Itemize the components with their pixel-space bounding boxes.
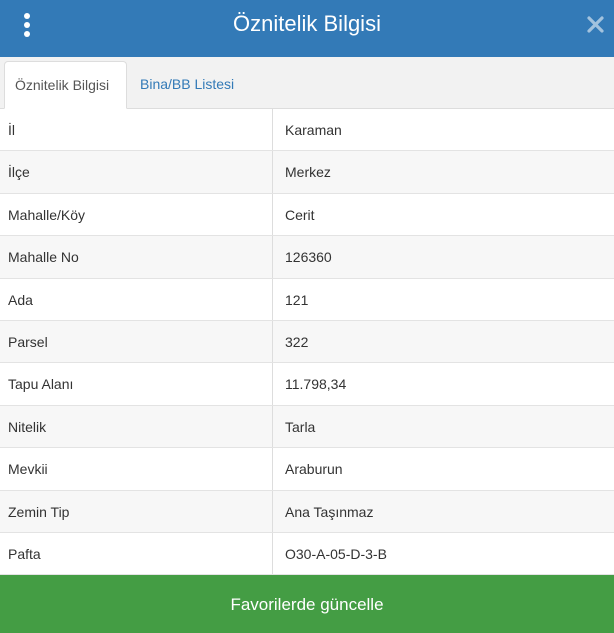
update-favorites-button[interactable]: Favorilerde güncelle (0, 575, 614, 633)
attribute-key: Mahalle/Köy (0, 193, 273, 236)
attribute-key: Pafta (0, 532, 273, 575)
attribute-value: Merkez (285, 164, 331, 181)
attribute-key: Nitelik (0, 405, 273, 448)
attribute-value: 11.798,34 (285, 376, 347, 393)
attribute-value: Cerit (285, 206, 315, 223)
attribute-key: İl (0, 109, 273, 151)
table-row: Parsel 322 (0, 320, 614, 364)
attribute-key: İlçe (0, 151, 273, 193)
attribute-value: 322 (285, 333, 309, 350)
tab-building-list[interactable]: Bina/BB Listesi (140, 61, 260, 109)
table-row: Pafta O30-A-05-D-3-B (0, 532, 614, 576)
attribute-info-panel: Öznitelik Bilgisi Öznitelik Bilgisi Bina… (0, 0, 614, 633)
table-row: Nitelik Tarla (0, 405, 614, 449)
attribute-value: Karaman (285, 122, 342, 138)
attribute-value: 126360 (285, 249, 332, 266)
table-row: Mahalle/Köy Cerit (0, 193, 614, 237)
table-row: İlçe Merkez (0, 151, 614, 194)
table-row: İl Karaman (0, 109, 614, 152)
attribute-key: Zemin Tip (0, 490, 273, 532)
panel-title: Öznitelik Bilgisi (233, 11, 381, 36)
attribute-key: Mahalle No (0, 236, 273, 278)
attribute-value: O30-A-05-D-3-B (285, 545, 387, 562)
attribute-table: İl Karaman İlçe Merkez Mahalle/Köy Cerit… (0, 109, 614, 576)
table-row: Mevkii Araburun (0, 448, 614, 491)
attribute-value: Tarla (285, 418, 316, 435)
close-button[interactable] (586, 14, 606, 36)
table-row: Mahalle No 126360 (0, 236, 614, 279)
close-icon (587, 16, 604, 33)
panel-header: Öznitelik Bilgisi (0, 0, 614, 57)
table-row: Ada 121 (0, 278, 614, 321)
attribute-key: Parsel (0, 320, 273, 363)
attribute-value: Ana Taşınmaz (285, 503, 374, 520)
attribute-key: Mevkii (0, 448, 273, 490)
attribute-key: Tapu Alanı (0, 363, 273, 405)
attribute-value: 121 (285, 291, 309, 308)
tab-attribute-info[interactable]: Öznitelik Bilgisi (4, 61, 127, 109)
table-row: Zemin Tip Ana Taşınmaz (0, 490, 614, 533)
tab-bar: Öznitelik Bilgisi Bina/BB Listesi (0, 57, 614, 109)
attribute-value: Araburun (285, 461, 343, 478)
attribute-key: Ada (0, 278, 273, 320)
table-row: Tapu Alanı 11.798,34 (0, 363, 614, 406)
